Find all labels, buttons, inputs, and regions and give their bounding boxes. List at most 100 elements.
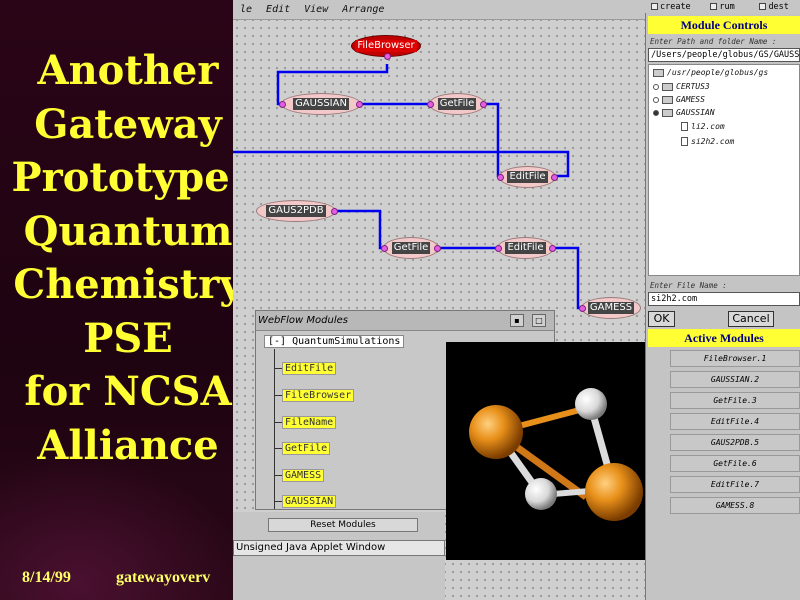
active-module-item[interactable]: GetFile.6 xyxy=(670,455,800,472)
node-editfile-2[interactable]: EditFile xyxy=(495,237,556,259)
file-tree-root[interactable]: /usr/people/globus/gs xyxy=(653,68,768,77)
title-line: Prototype: xyxy=(11,154,245,201)
silicon-atom xyxy=(585,463,643,521)
slide-date: 8/14/99 xyxy=(22,569,71,586)
node-filebrowser[interactable]: FileBrowser xyxy=(351,35,421,60)
node-gamess[interactable]: GAMESS xyxy=(579,297,641,319)
title-line: Another xyxy=(37,47,219,94)
input-port[interactable] xyxy=(579,304,586,312)
folder-icon xyxy=(662,82,673,91)
file-label: si2h2.com xyxy=(691,137,735,146)
folder-icon xyxy=(653,68,664,77)
node-label: GAMESS xyxy=(587,302,635,314)
path-label: Enter Path and folder Name : xyxy=(650,37,777,46)
module-item[interactable]: GAUSSIAN xyxy=(275,494,337,508)
node-gaussian[interactable]: GAUSSIAN xyxy=(279,93,363,115)
title-line: Alliance xyxy=(37,421,219,469)
maximize-button[interactable]: □ xyxy=(532,314,546,327)
destroy-option[interactable]: dest xyxy=(748,2,800,12)
modules-window-title: WebFlow Modules xyxy=(258,315,348,326)
radio-icon[interactable] xyxy=(653,83,659,90)
run-label: rum xyxy=(719,1,735,12)
folder-icon xyxy=(662,108,673,117)
active-module-item[interactable]: EditFile.4 xyxy=(670,413,800,430)
module-editfile[interactable]: EditFile xyxy=(282,361,337,375)
active-module-item[interactable]: EditFile.7 xyxy=(670,476,800,493)
title-line: PSE xyxy=(83,314,173,362)
node-gaus2pdb[interactable]: GAUS2PDB xyxy=(256,200,338,222)
output-port[interactable] xyxy=(384,53,391,60)
output-port[interactable] xyxy=(356,100,363,108)
output-port[interactable] xyxy=(480,100,487,108)
module-filebrowser[interactable]: FileBrowser xyxy=(282,388,355,402)
destroy-label: dest xyxy=(768,1,789,12)
file-row[interactable]: li2.com xyxy=(681,122,725,131)
node-getfile-1[interactable]: GetFile xyxy=(427,93,487,115)
active-module-item[interactable]: GAUSSIAN.2 xyxy=(670,371,800,388)
cancel-button[interactable]: Cancel xyxy=(728,311,774,327)
active-module-item[interactable]: GAUS2PDB.5 xyxy=(670,434,800,451)
radio-icon[interactable] xyxy=(653,96,659,103)
active-modules-header: Active Modules xyxy=(648,329,800,347)
active-module-item[interactable]: FileBrowser.1 xyxy=(670,350,800,367)
top-toolbar: create rum dest xyxy=(645,0,800,13)
file-icon xyxy=(681,122,688,131)
node-label: GetFile xyxy=(391,242,431,254)
module-item[interactable]: FileBrowser xyxy=(275,388,355,402)
module-controls-header: Module Controls xyxy=(648,16,800,34)
checkbox-icon xyxy=(710,3,718,10)
folder-row[interactable]: CERTUS3 xyxy=(653,82,710,91)
node-label: FileBrowser xyxy=(355,40,417,52)
file-tree: /usr/people/globus/gs CERTUS3 GAMESS GAU… xyxy=(648,64,800,276)
menu-arrange[interactable]: Arrange xyxy=(335,4,391,15)
module-item[interactable]: FileName xyxy=(275,415,337,429)
create-option[interactable]: create xyxy=(645,2,697,12)
ok-button[interactable]: OK xyxy=(648,311,675,327)
module-gamess[interactable]: GAMESS xyxy=(282,468,325,482)
hydrogen-atom xyxy=(575,388,607,420)
run-option[interactable]: rum xyxy=(697,2,749,12)
active-module-item[interactable]: GetFile.3 xyxy=(670,392,800,409)
input-port[interactable] xyxy=(427,100,434,108)
applet-window-label: Unsigned Java Applet Window xyxy=(233,540,445,556)
checkbox-icon xyxy=(759,3,767,10)
filename-input[interactable]: si2h2.com xyxy=(648,292,800,306)
path-input[interactable]: /Users/people/globus/GS/GAUSSIAN xyxy=(648,48,800,62)
menu-view[interactable]: View xyxy=(297,4,335,15)
input-port[interactable] xyxy=(495,244,502,252)
menu-bar: le Edit View Arrange xyxy=(233,0,645,20)
folder-label: CERTUS3 xyxy=(676,82,710,91)
title-line: Gateway xyxy=(34,100,222,148)
input-port[interactable] xyxy=(381,244,388,252)
file-tree-root-label: /usr/people/globus/gs xyxy=(667,68,769,77)
filename-label: Enter File Name : xyxy=(650,281,727,290)
output-port[interactable] xyxy=(549,244,556,252)
node-editfile-1[interactable]: EditFile xyxy=(497,166,558,188)
module-item[interactable]: EditFile xyxy=(275,361,337,375)
file-row[interactable]: si2h2.com xyxy=(681,137,734,146)
module-gaussian[interactable]: GAUSSIAN xyxy=(282,494,337,508)
node-label: EditFile xyxy=(507,171,548,183)
menu-edit[interactable]: Edit xyxy=(259,4,297,15)
molecule-image xyxy=(446,342,668,560)
output-port[interactable] xyxy=(434,244,441,252)
input-port[interactable] xyxy=(279,100,286,108)
radio-selected-icon[interactable] xyxy=(653,109,659,116)
module-getfile[interactable]: GetFile xyxy=(282,441,331,455)
output-port[interactable] xyxy=(551,173,558,181)
output-port[interactable] xyxy=(331,207,338,215)
module-item[interactable]: GetFile xyxy=(275,441,331,455)
active-module-item[interactable]: GAMESS.8 xyxy=(670,497,800,514)
module-item[interactable]: GAMESS xyxy=(275,468,325,482)
node-getfile-2[interactable]: GetFile xyxy=(381,237,441,259)
menu-file[interactable]: le xyxy=(233,4,259,15)
minimize-button[interactable]: ▪ xyxy=(510,314,524,327)
folder-row-selected[interactable]: GAUSSIAN xyxy=(653,108,715,117)
modules-window-titlebar[interactable]: WebFlow Modules ▪ □ xyxy=(256,311,554,331)
reset-modules-button[interactable]: Reset Modules xyxy=(268,518,418,532)
folder-row[interactable]: GAMESS xyxy=(653,95,705,104)
input-port[interactable] xyxy=(497,173,504,181)
node-label: GetFile xyxy=(437,98,477,110)
tree-root-quantumsimulations[interactable]: [-] QuantumSimulations xyxy=(264,335,405,348)
module-filename[interactable]: FileName xyxy=(282,415,337,429)
